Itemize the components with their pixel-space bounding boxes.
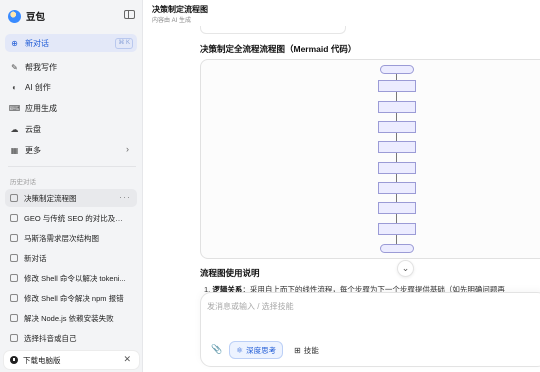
history-item-label: GEO 与传统 SEO 的对比及应...: [24, 213, 128, 223]
flowchart-edge: [396, 153, 397, 162]
usage-heading: 流程图使用说明: [200, 268, 260, 278]
sidebar-item-label: 新对话: [25, 38, 49, 48]
download-desktop-banner[interactable]: 下载电脑版 ✕: [4, 351, 139, 369]
flowchart-node: [378, 223, 416, 235]
flowchart-node: [378, 141, 416, 153]
history-item[interactable]: 马斯洛需求层次结构图: [5, 229, 137, 247]
close-icon[interactable]: ✕: [123, 354, 131, 365]
chat-bubble-icon: [10, 334, 18, 342]
history-item-label: 马斯洛需求层次结构图: [24, 233, 99, 243]
sidebar-item-more[interactable]: ▦ 更多 ›: [5, 141, 137, 159]
chat-title: 决策制定流程图: [152, 5, 208, 14]
palette-icon: ◐: [12, 82, 17, 92]
download-label: 下载电脑版: [23, 355, 61, 365]
chat-bubble-icon: [10, 214, 18, 222]
flowchart-node: [378, 202, 416, 214]
chat-main: 决策制定流程图 内容由 AI 生成 决策制定全流程流程图（Mermaid 代码）…: [144, 0, 540, 372]
flowchart-node: [380, 244, 414, 253]
mermaid-heading: 决策制定全流程流程图（Mermaid 代码）: [200, 44, 357, 54]
flowchart-edge: [396, 174, 397, 182]
download-icon: [10, 356, 18, 364]
chat-bubble-icon: [10, 274, 18, 282]
flowchart-node: [380, 65, 414, 74]
sidebar-item-label: AI 创作: [25, 82, 51, 92]
sidebar-item-label: 云盘: [25, 124, 41, 134]
skills-icon: ⊞: [294, 345, 301, 355]
doubao-logo-icon: [8, 9, 21, 23]
history-item-label: 新对话: [24, 253, 47, 263]
history-item-label: 选择抖音或自己: [24, 333, 77, 343]
deep-think-label: 深度思考: [246, 345, 277, 355]
new-chat-icon: ⊕: [11, 38, 18, 48]
skills-button[interactable]: ⊞ 技能: [289, 341, 324, 359]
chat-bubble-icon: [10, 194, 18, 202]
sidebar-item-ai-create[interactable]: ◐ AI 创作: [5, 78, 137, 96]
brand[interactable]: 豆包: [8, 8, 45, 24]
history-item[interactable]: 决策制定流程图 ···: [5, 189, 137, 207]
flowchart-edge: [396, 133, 397, 141]
history-item-label: 解决 Node.js 依赖安装失败: [24, 313, 114, 323]
flowchart-node: [378, 121, 416, 133]
sidebar-item-cloud-drive[interactable]: ☁ 云盘: [5, 120, 137, 138]
code-icon: ⌨: [8, 103, 21, 113]
flowchart-diagram: [369, 63, 429, 258]
flowchart-edge: [396, 92, 397, 101]
history-item-label: 决策制定流程图: [24, 193, 77, 203]
sidebar-divider: [8, 166, 136, 167]
flowchart-preview[interactable]: [200, 59, 540, 259]
deep-think-button[interactable]: ⚛ 深度思考: [229, 341, 284, 359]
flowchart-edge: [396, 235, 397, 244]
grid-icon: ▦: [10, 145, 19, 155]
history-item[interactable]: 选择抖音或自己: [5, 329, 137, 347]
skills-label: 技能: [303, 345, 319, 355]
flowchart-node: [378, 182, 416, 194]
flowchart-edge: [396, 214, 397, 223]
composer: 📎 ⚛ 深度思考 ⊞ 技能: [200, 292, 540, 367]
sidebar-item-label: 应用生成: [25, 103, 57, 113]
sidebar-item-app-generate[interactable]: ⌨ 应用生成: [5, 99, 137, 117]
app-name: 豆包: [26, 12, 46, 23]
flowchart-edge: [396, 113, 397, 121]
shortcut-badge: ⌘ K: [115, 38, 133, 49]
scroll-to-bottom-button[interactable]: ⌄: [397, 260, 414, 277]
sidebar-item-label: 帮我写作: [25, 62, 57, 72]
previous-block-edge: [200, 26, 346, 34]
chat-bubble-icon: [10, 234, 18, 242]
history-item[interactable]: 解决 Node.js 依赖安装失败: [5, 309, 137, 327]
sidebar-item-new-chat[interactable]: ⊕ 新对话 ⌘ K: [5, 34, 137, 52]
sidebar: 豆包 ⊕ 新对话 ⌘ K ✎ 帮我写作 ◐ AI 创作 ⌨ 应用生成 ☁ 云盘 …: [0, 0, 143, 372]
sidebar-toggle-icon[interactable]: [124, 10, 135, 19]
pen-icon: ✎: [11, 62, 18, 72]
chat-bubble-icon: [10, 294, 18, 302]
history-item[interactable]: 修改 Shell 命令解决 npm 报错: [5, 289, 137, 307]
message-input[interactable]: [207, 299, 507, 313]
sidebar-item-label: 更多: [25, 145, 41, 155]
atom-icon: ⚛: [236, 345, 244, 355]
chat-bubble-icon: [10, 254, 18, 262]
history-item-label: 修改 Shell 命令解决 npm 报错: [24, 293, 124, 303]
history-item[interactable]: 新对话: [5, 249, 137, 267]
paperclip-icon[interactable]: 📎: [211, 344, 222, 355]
more-options-icon[interactable]: ···: [119, 192, 131, 202]
chevron-down-icon: ⌄: [401, 263, 410, 273]
history-item[interactable]: GEO 与传统 SEO 的对比及应...: [5, 209, 137, 227]
history-item-label: 修改 Shell 命令以解决 tokeni...: [24, 273, 126, 283]
flowchart-node: [378, 162, 416, 174]
flowchart-node: [378, 101, 416, 113]
history-item[interactable]: 修改 Shell 命令以解决 tokeni...: [5, 269, 137, 287]
sidebar-item-writing[interactable]: ✎ 帮我写作: [5, 58, 137, 76]
cloud-drive-icon: ☁: [10, 124, 19, 134]
history-section-label: 历史对话: [10, 179, 36, 186]
chevron-right-icon: ›: [126, 144, 129, 154]
chat-subtitle: 内容由 AI 生成: [152, 18, 192, 24]
chat-bubble-icon: [10, 314, 18, 322]
flowchart-edge: [396, 194, 397, 202]
flowchart-node: [378, 80, 416, 92]
